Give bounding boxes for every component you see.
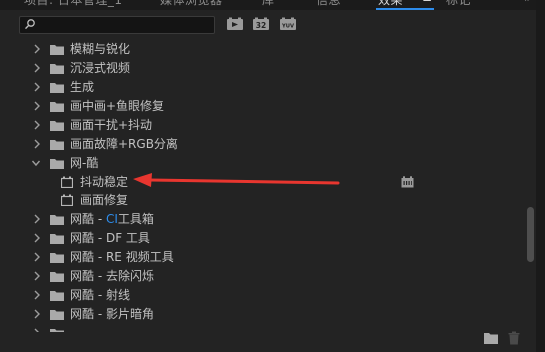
- yuv-badge-icon: [401, 176, 414, 188]
- panel-menu-icon[interactable]: ≡: [422, 0, 432, 5]
- folder-label: 网酷 - 影片暗角: [70, 307, 154, 321]
- tree-folder-row[interactable]: 网酷 - 射线: [19, 286, 524, 304]
- effect-preset-row[interactable]: 抖动稳定: [19, 173, 524, 191]
- folder-icon: [50, 159, 64, 169]
- folder-label: 沉浸式视频: [70, 61, 131, 75]
- folder-icon: [50, 234, 64, 244]
- folder-label: 画面故障+RGB分离: [70, 137, 178, 151]
- tree-folder-row[interactable]: 沉浸式视频: [19, 59, 524, 77]
- scrollbar-track[interactable]: [528, 37, 534, 332]
- new-bin-icon[interactable]: [484, 332, 498, 344]
- chevron-right-icon[interactable]: [32, 232, 42, 244]
- folder-icon: [50, 310, 64, 320]
- scrollbar-thumb[interactable]: [527, 207, 534, 262]
- chevron-right-icon[interactable]: [32, 213, 42, 225]
- chevron-right-icon[interactable]: [32, 308, 42, 320]
- folder-icon: [50, 291, 64, 301]
- tab-effects[interactable]: 效果: [378, 0, 403, 8]
- effects-panel: 项目: 日本管理_1 媒体浏览器 库 信息 效果 ≡ 标记 » 32 YUV: [0, 0, 545, 352]
- effect-preset-row[interactable]: 画面修复: [19, 191, 524, 209]
- tree-folder-row[interactable]: 生成: [19, 78, 524, 96]
- folder-icon: [50, 140, 64, 150]
- search-field[interactable]: [19, 16, 215, 34]
- chevron-right-icon[interactable]: [32, 270, 42, 282]
- chevron-down-icon[interactable]: [31, 157, 41, 169]
- panel-edge: [536, 0, 545, 352]
- folder-label: 模糊与锐化: [70, 42, 131, 56]
- folder-icon: [50, 329, 64, 332]
- tree-folder-row-expanded[interactable]: 网-酷: [19, 154, 524, 172]
- chevron-right-icon[interactable]: [32, 62, 42, 74]
- tab-info[interactable]: 信息: [316, 0, 341, 8]
- effect-preset-icon: [61, 194, 73, 206]
- yuv-label: YUV: [281, 24, 294, 30]
- tree-folder-row[interactable]: 网酷 - RE 视频工具: [19, 248, 524, 266]
- folder-label: 网酷 - RE 视频工具: [70, 250, 174, 264]
- chevron-right-icon[interactable]: [32, 327, 42, 332]
- trash-icon[interactable]: [508, 331, 520, 345]
- folder-label: 网酷 - CI工具箱: [70, 212, 154, 226]
- search-icon: [25, 19, 35, 30]
- folder-icon: [50, 64, 64, 74]
- chevron-right-icon[interactable]: [32, 138, 42, 150]
- accelerated-effects-icon[interactable]: [226, 17, 244, 31]
- chevron-right-icon[interactable]: [32, 251, 42, 263]
- tab-libraries[interactable]: 库: [262, 0, 275, 8]
- effect-label: 画面修复: [80, 193, 129, 207]
- yuv-effects-icon[interactable]: YUV: [279, 17, 297, 31]
- tree-folder-row[interactable]: [19, 324, 524, 332]
- folder-label: 画中画+鱼眼修复: [70, 99, 165, 113]
- effect-label: 抖动稳定: [80, 175, 129, 189]
- folder-label: 网酷 - 射线: [70, 288, 130, 302]
- folder-icon: [50, 272, 64, 282]
- effects-tree: 模糊与锐化 沉浸式视频 生成 画中画+鱼眼修复 画面干扰+抖动 画面故障+RGB…: [19, 37, 524, 332]
- chevron-right-icon[interactable]: [32, 289, 42, 301]
- tab-media-browser[interactable]: 媒体浏览器: [160, 0, 223, 8]
- folder-icon: [50, 83, 64, 93]
- 32-bit-label: 32: [256, 21, 266, 30]
- tab-project[interactable]: 项目: 日本管理_1: [24, 0, 123, 8]
- tree-folder-row[interactable]: 网酷 - CI工具箱: [19, 210, 524, 228]
- active-tab-indicator: [376, 8, 434, 10]
- folder-label: 生成: [70, 80, 95, 94]
- folder-icon: [50, 102, 64, 112]
- folder-icon: [50, 121, 64, 131]
- folder-label: 画面干扰+抖动: [70, 118, 153, 132]
- overflow-icon[interactable]: »: [524, 0, 531, 5]
- tree-folder-row[interactable]: 画中画+鱼眼修复: [19, 97, 524, 115]
- effect-preset-icon: [61, 176, 73, 188]
- tree-folder-row[interactable]: 画面干扰+抖动: [19, 116, 524, 134]
- tree-folder-row[interactable]: 网酷 - 影片暗角: [19, 305, 524, 323]
- panel-tab-bar: 项目: 日本管理_1 媒体浏览器 库 信息 效果 ≡ 标记 »: [0, 0, 545, 10]
- tree-folder-row[interactable]: 画面故障+RGB分离: [19, 135, 524, 153]
- folder-label: 网酷 - DF 工具: [70, 231, 150, 245]
- chevron-right-icon[interactable]: [32, 100, 42, 112]
- folder-icon: [50, 215, 64, 225]
- tab-markers[interactable]: 标记: [446, 0, 471, 8]
- 32-bit-effects-icon[interactable]: 32: [252, 17, 270, 31]
- folder-icon: [50, 45, 64, 55]
- tree-folder-row[interactable]: 网酷 - 去除闪烁: [19, 267, 524, 285]
- panel-footer: [0, 334, 545, 352]
- folder-label: 网-酷: [70, 156, 99, 170]
- tree-folder-row[interactable]: 网酷 - DF 工具: [19, 229, 524, 247]
- chevron-right-icon[interactable]: [32, 81, 42, 93]
- chevron-right-icon[interactable]: [32, 43, 42, 55]
- folder-label: 网酷 - 去除闪烁: [70, 269, 154, 283]
- folder-icon: [50, 253, 64, 263]
- chevron-right-icon[interactable]: [32, 119, 42, 131]
- search-input[interactable]: [38, 18, 208, 32]
- tree-folder-row[interactable]: 模糊与锐化: [19, 40, 524, 58]
